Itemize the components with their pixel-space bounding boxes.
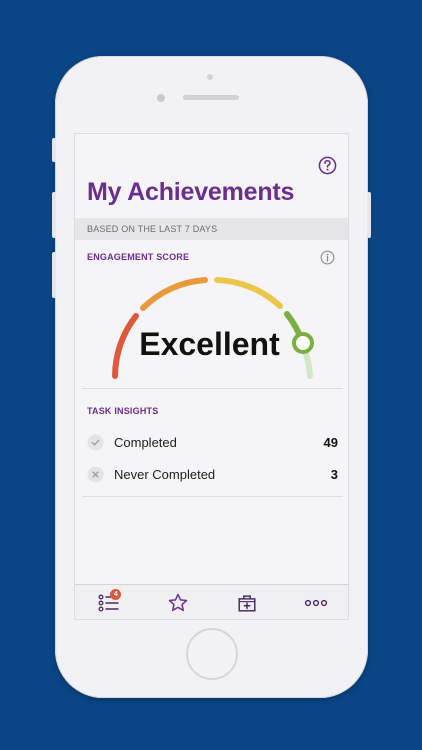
tab-achievements[interactable] [163,590,193,616]
tab-more[interactable] [301,590,331,616]
divider [82,496,343,497]
medical-kit-icon [238,595,256,612]
more-dots-icon [304,599,327,607]
gauge-segment-fair [140,277,208,311]
insight-row-never-completed[interactable]: Never Completed 3 [87,464,338,484]
front-camera [157,94,165,102]
mute-switch [52,138,56,162]
gauge-segment-good [214,277,283,309]
tab-bar: 4 [75,584,348,619]
engagement-score-text: Excellent [139,326,280,362]
power-button [367,192,371,238]
earpiece-speaker [183,95,239,100]
page-title: My Achievements [87,178,295,206]
volume-down-button [52,252,56,298]
proximity-sensor [207,74,213,80]
app-screen: My Achievements BASED ON THE LAST 7 DAYS… [74,133,349,620]
insight-row-completed[interactable]: Completed 49 [87,432,338,452]
check-icon [87,433,104,451]
x-icon [87,465,104,483]
volume-up-button [52,192,56,238]
engagement-score-label: ENGAGEMENT SCORE [87,252,190,262]
tab-medical[interactable] [232,590,262,616]
home-button[interactable] [186,628,238,680]
insight-label: Completed [114,434,177,450]
insight-value: 3 [330,466,338,482]
insight-value: 49 [323,434,338,450]
task-insights-label: TASK INSIGHTS [87,406,159,416]
tab-tasks[interactable]: 4 [94,589,124,616]
info-circle-icon[interactable] [320,250,335,265]
star-icon [168,593,188,612]
insight-label: Never Completed [114,466,216,482]
divider [82,388,343,389]
question-circle-icon[interactable] [318,156,337,175]
period-band: BASED ON THE LAST 7 DAYS [75,218,348,240]
